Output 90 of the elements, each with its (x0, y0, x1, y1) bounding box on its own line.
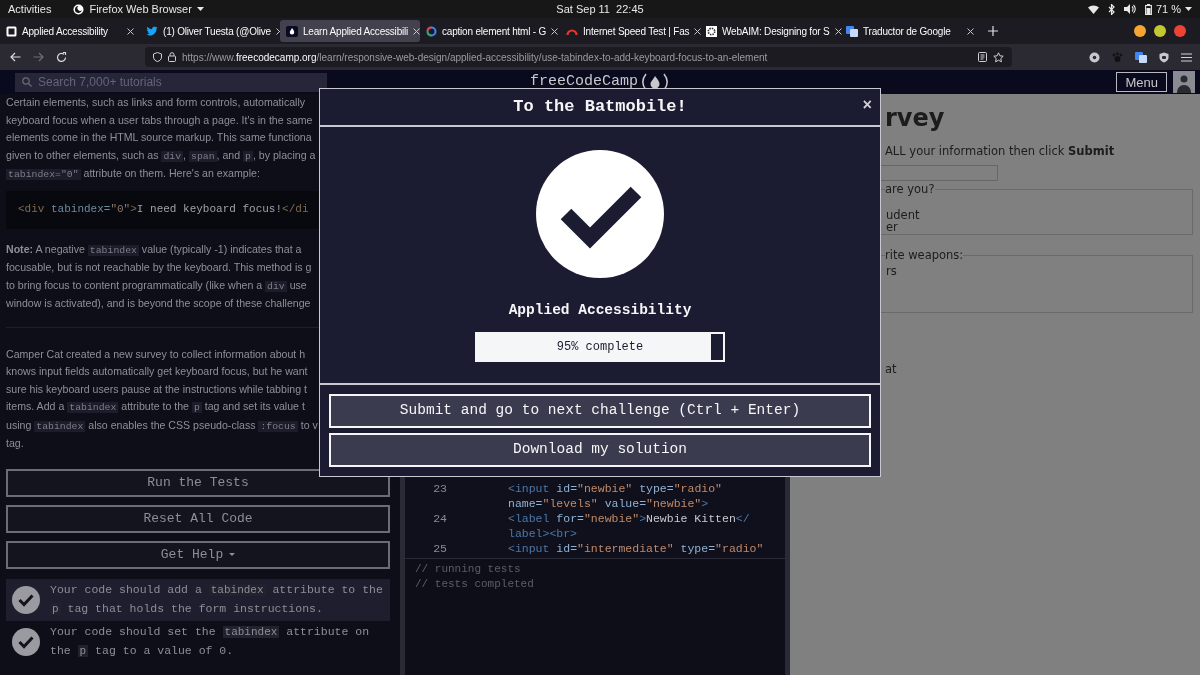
tab-title: WebAIM: Designing for S (722, 24, 830, 39)
paw-icon (1112, 51, 1123, 63)
close-icon (1174, 25, 1186, 37)
lock-icon (168, 52, 176, 62)
close-icon (413, 27, 421, 35)
action-button[interactable]: Get Help (6, 540, 390, 569)
test-description: Your code should add a tabindex attribute to the p tag that holds the form instructions. (50, 582, 383, 617)
close-icon (967, 27, 974, 35)
browser-tab[interactable]: Learn Applied Accessibili (280, 20, 420, 42)
star-icon (993, 51, 1004, 63)
line-number: 23 (432, 481, 448, 496)
browser-tab[interactable]: Applied Accessibility (0, 20, 140, 42)
browser-tab[interactable]: Internet Speed Test | Fas (560, 20, 700, 42)
tab-title: caption element html - G (442, 24, 547, 39)
action-button[interactable]: Reset All Code (6, 504, 390, 533)
caret-icon (196, 7, 204, 11)
tab-title: Applied Accessibility (22, 24, 109, 39)
check-circle-icon (12, 585, 40, 614)
block-name: Applied Accessibility (508, 301, 692, 320)
check-circle-icon (12, 627, 40, 656)
lesson-paragraph: Certain elements, such as links and form controls, automatically keyboard focus when a user tabs through a page. It's in the same elements come in the HTML source markup. This same functiona given to other elements, such as div , span , and p , by placing a tabindex="0" attribute on them. Here's an example: (6, 95, 316, 182)
shield-icon (1159, 51, 1169, 63)
preview-heading: rvey (885, 104, 946, 132)
firefox-icon (73, 3, 85, 15)
browser-tab[interactable]: WebAIM: Designing for S (700, 20, 840, 42)
activities-button[interactable]: Activities (8, 0, 52, 18)
modal-button[interactable]: Download my solution (329, 433, 871, 467)
url-text: https://www.freecodecamp.org/learn/responsive-web-design/applied-accessibility/use-tabindex-to-add-keyboard-focus-to-an-element (182, 50, 769, 65)
menu-button[interactable]: Menu (1116, 72, 1167, 92)
bluetooth-icon (1107, 3, 1115, 15)
tab-title: Internet Speed Test | Fas (583, 24, 690, 39)
disc-icon (1089, 51, 1100, 63)
progress-label: 95% complete (555, 338, 645, 356)
browser-tab[interactable]: caption element html - G (420, 20, 560, 42)
gear-icon (706, 25, 717, 37)
note-paragraph: Note: A negative tabindex value (typically -1) indicates that a focusable, but is not reachable by the keyboard. This method is g to bring focus to content programmatically (like when a div use window is activated), and is beyond the scope of these challenge (6, 241, 312, 311)
preview-text: ALL your information then click Submit (885, 143, 1116, 160)
maximize-icon (1154, 25, 1166, 37)
shield-icon (153, 52, 162, 62)
code-line: name="levels" value="newbie"> (508, 496, 709, 511)
fieldset-legend: rite weapons: (885, 249, 964, 262)
forward-icon (33, 52, 44, 62)
code-line: <input id="intermediate" type="radio" (508, 541, 764, 556)
app-menu[interactable]: Firefox Web Browser (89, 0, 192, 18)
reader-view-icon (978, 52, 987, 62)
browser-tab[interactable]: Traductor de Google (840, 20, 980, 42)
option-label: udent (886, 209, 920, 222)
modal-button[interactable]: Submit and go to next challenge (Ctrl + Enter) (329, 394, 871, 428)
code-line: <input id="newbie" type="radio" (508, 481, 722, 496)
wifi-icon (1087, 4, 1099, 14)
tab-title: Learn Applied Accessibili (303, 24, 409, 39)
option-label: rs (886, 265, 897, 278)
code-line: <label for="newbie">Newbie Kitten</ (508, 511, 750, 526)
battery-icon (1144, 3, 1152, 15)
line-number: 24 (432, 511, 448, 526)
back-icon (10, 52, 21, 62)
clock[interactable]: Sat Sep 11 22:45 (556, 0, 644, 18)
close-icon (834, 27, 842, 35)
tab-title: Traductor de Google (863, 24, 952, 39)
translate-icon (1135, 51, 1147, 63)
new-tab-icon (988, 26, 998, 36)
tab-title: (1) Oliver Tuesta (@Olive (163, 24, 271, 39)
minimize-icon (1134, 25, 1146, 37)
caret-icon (1185, 7, 1192, 11)
ring-icon (426, 25, 437, 37)
checkmark-icon (536, 150, 664, 278)
reload-icon (56, 51, 67, 63)
option-label: er (886, 221, 898, 234)
search-icon (22, 77, 32, 87)
close-icon (694, 27, 702, 35)
fieldset-legend: are you? (885, 183, 935, 196)
address-bar[interactable]: https://www.freecodecamp.org/learn/responsive-web-design/applied-accessibility/use-tabindex-to-add-keyboard-focus-to-an-element (145, 47, 1012, 67)
battery-percentage: 71 % (1155, 1, 1181, 17)
menu-icon (1181, 52, 1192, 62)
preview-text: at (884, 361, 898, 379)
square-logo-icon (6, 25, 17, 37)
close-icon (551, 27, 559, 35)
code-line: label><br> (508, 526, 577, 541)
close-button[interactable]: × (862, 98, 872, 114)
task-paragraph: Camper Cat created a new survey to collect information about h knows input fields automatically get keyboard focus, but he want sure his keyboard users pause at the instructions while tabbing t items. Add a tabindex attribute to the p tag and set its value t using tabindex also enables the CSS pseudo-class :focus to v tag. (6, 346, 318, 451)
action-button[interactable]: Run the Tests (6, 468, 390, 497)
volume-icon (1123, 4, 1136, 14)
flame-icon (286, 25, 298, 37)
test-description: Your code should set the tabindex attribute on the p tag to a value of 0. (50, 624, 370, 659)
close-icon (127, 27, 134, 35)
translate-icon (846, 25, 858, 37)
modal-title: To the Batmobile! (513, 96, 687, 119)
caret-icon (229, 553, 236, 556)
bird-icon (146, 25, 158, 37)
line-number: 25 (432, 541, 448, 556)
